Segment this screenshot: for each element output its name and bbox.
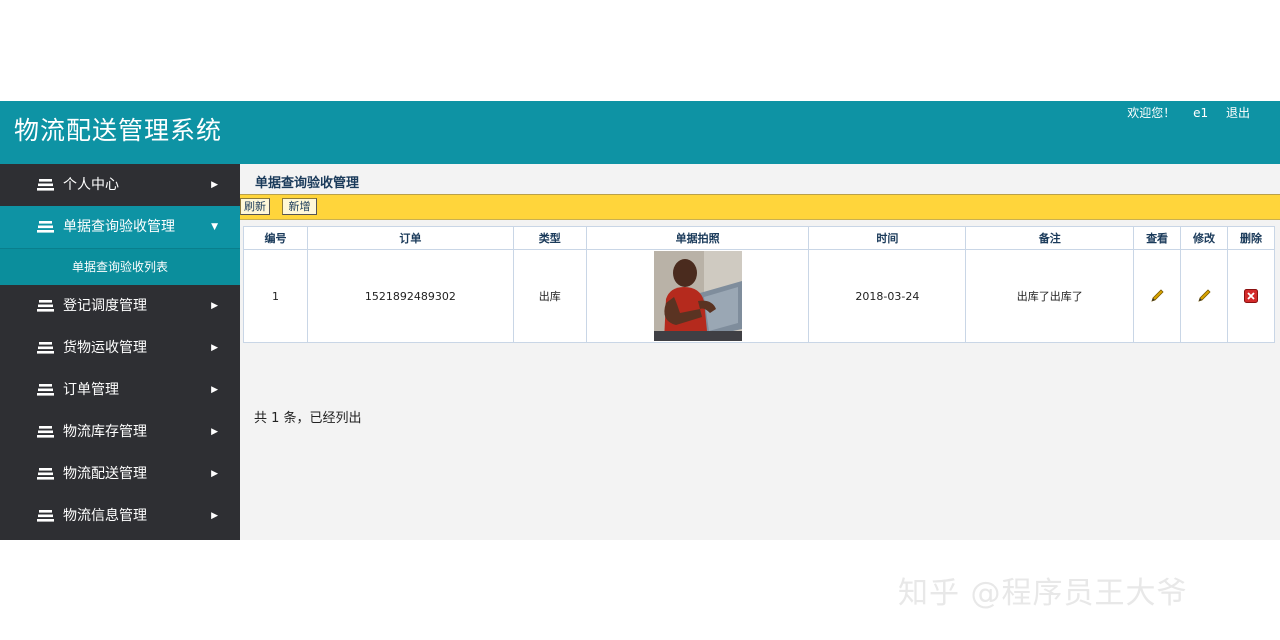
app-window: 物流配送管理系统 欢迎您！ e1 退出 个人中心 ▶ 单据查询验收管理 ▼ 单据… <box>0 101 1280 540</box>
sidebar: 个人中心 ▶ 单据查询验收管理 ▼ 单据查询验收列表 登记调度管理 ▶ 货物运收… <box>0 164 240 540</box>
chevron-right-icon: ▶ <box>211 427 218 437</box>
username-link[interactable]: e1 <box>1193 106 1208 120</box>
stack-icon <box>37 468 54 480</box>
stack-icon <box>37 342 54 354</box>
sidebar-item-label: 单据查询验收管理 <box>63 219 175 235</box>
sidebar-item-label: 订单管理 <box>63 382 119 398</box>
cell-order: 1521892489302 <box>306 249 514 343</box>
stack-icon <box>37 221 54 233</box>
main-content: 单据查询验收管理 刷新 新增 编号 订单 类型 单据拍照 时间 备注 查看 修改 <box>240 164 1280 540</box>
data-table: 编号 订单 类型 单据拍照 时间 备注 查看 修改 删除 1 152189248 <box>243 226 1275 343</box>
column-header-id: 编号 <box>243 226 308 250</box>
table-header-row: 编号 订单 类型 单据拍照 时间 备注 查看 修改 删除 <box>243 226 1275 250</box>
toolbar: 刷新 新增 <box>240 194 1280 220</box>
column-header-time: 时间 <box>808 226 967 250</box>
user-bar: 欢迎您！ e1 退出 <box>1127 105 1250 121</box>
column-header-view: 查看 <box>1133 226 1182 250</box>
chevron-right-icon: ▶ <box>211 343 218 353</box>
stack-icon <box>37 300 54 312</box>
cell-type: 出库 <box>512 249 587 343</box>
sidebar-item-label: 个人中心 <box>63 177 119 193</box>
watermark: 知乎 @程序员王大爷 <box>898 576 1188 611</box>
stack-icon <box>37 510 54 522</box>
sidebar-item-label: 登记调度管理 <box>63 298 147 314</box>
table-row: 1 1521892489302 出库 2018-03-24 出库了出库了 <box>243 249 1275 343</box>
sidebar-item-order-management[interactable]: 订单管理 ▶ <box>0 369 240 411</box>
sidebar-item-inventory-management[interactable]: 物流库存管理 ▶ <box>0 411 240 453</box>
chevron-right-icon: ▶ <box>211 301 218 311</box>
sidebar-item-goods-receipt[interactable]: 货物运收管理 ▶ <box>0 327 240 369</box>
column-header-type: 类型 <box>512 226 587 250</box>
sidebar-item-label: 物流配送管理 <box>63 466 147 482</box>
column-header-note: 备注 <box>965 226 1135 250</box>
document-photo[interactable] <box>653 251 742 341</box>
chevron-right-icon: ▶ <box>211 469 218 479</box>
cell-time: 2018-03-24 <box>808 249 967 343</box>
sidebar-item-personal-center[interactable]: 个人中心 ▶ <box>0 164 240 206</box>
sidebar-item-document-inspection[interactable]: 单据查询验收管理 ▼ <box>0 206 240 248</box>
sidebar-item-logistics-info[interactable]: 物流信息管理 ▶ <box>0 495 240 537</box>
sidebar-item-registration-dispatch[interactable]: 登记调度管理 ▶ <box>0 285 240 327</box>
logout-link[interactable]: 退出 <box>1226 106 1250 120</box>
cell-photo <box>585 249 810 343</box>
header-bar: 物流配送管理系统 欢迎您！ e1 退出 <box>0 101 1280 164</box>
edit-pencil-icon[interactable] <box>1196 288 1212 304</box>
column-header-delete: 删除 <box>1227 226 1275 250</box>
column-header-photo: 单据拍照 <box>585 226 810 250</box>
refresh-button[interactable]: 刷新 <box>240 198 270 215</box>
delete-icon[interactable] <box>1244 289 1258 303</box>
app-title: 物流配送管理系统 <box>14 116 223 145</box>
sidebar-item-label: 物流库存管理 <box>63 424 147 440</box>
welcome-text: 欢迎您！ <box>1127 106 1176 120</box>
page-title: 单据查询验收管理 <box>255 176 360 191</box>
record-summary: 共 1 条，已经列出 <box>254 411 362 426</box>
view-pencil-icon[interactable] <box>1149 288 1165 304</box>
column-header-edit: 修改 <box>1180 226 1228 250</box>
sidebar-subitem-document-inspection-list[interactable]: 单据查询验收列表 <box>0 248 240 285</box>
cell-note: 出库了出库了 <box>965 249 1135 343</box>
stack-icon <box>37 384 54 396</box>
data-table-wrapper: 编号 订单 类型 单据拍照 时间 备注 查看 修改 删除 1 152189248 <box>243 226 1275 426</box>
chevron-right-icon: ▶ <box>211 385 218 395</box>
sidebar-item-label: 货物运收管理 <box>63 340 147 356</box>
stack-icon <box>37 179 54 191</box>
stack-icon <box>37 426 54 438</box>
cell-view <box>1133 249 1182 343</box>
sidebar-item-delivery-management[interactable]: 物流配送管理 ▶ <box>0 453 240 495</box>
sidebar-item-label: 物流信息管理 <box>63 508 147 524</box>
cell-delete <box>1227 249 1275 343</box>
chevron-down-icon: ▼ <box>211 222 218 232</box>
cell-id: 1 <box>243 249 308 343</box>
chevron-right-icon: ▶ <box>211 180 218 190</box>
add-button[interactable]: 新增 <box>282 198 317 215</box>
column-header-order: 订单 <box>306 226 514 250</box>
cell-edit <box>1180 249 1228 343</box>
chevron-right-icon: ▶ <box>211 511 218 521</box>
